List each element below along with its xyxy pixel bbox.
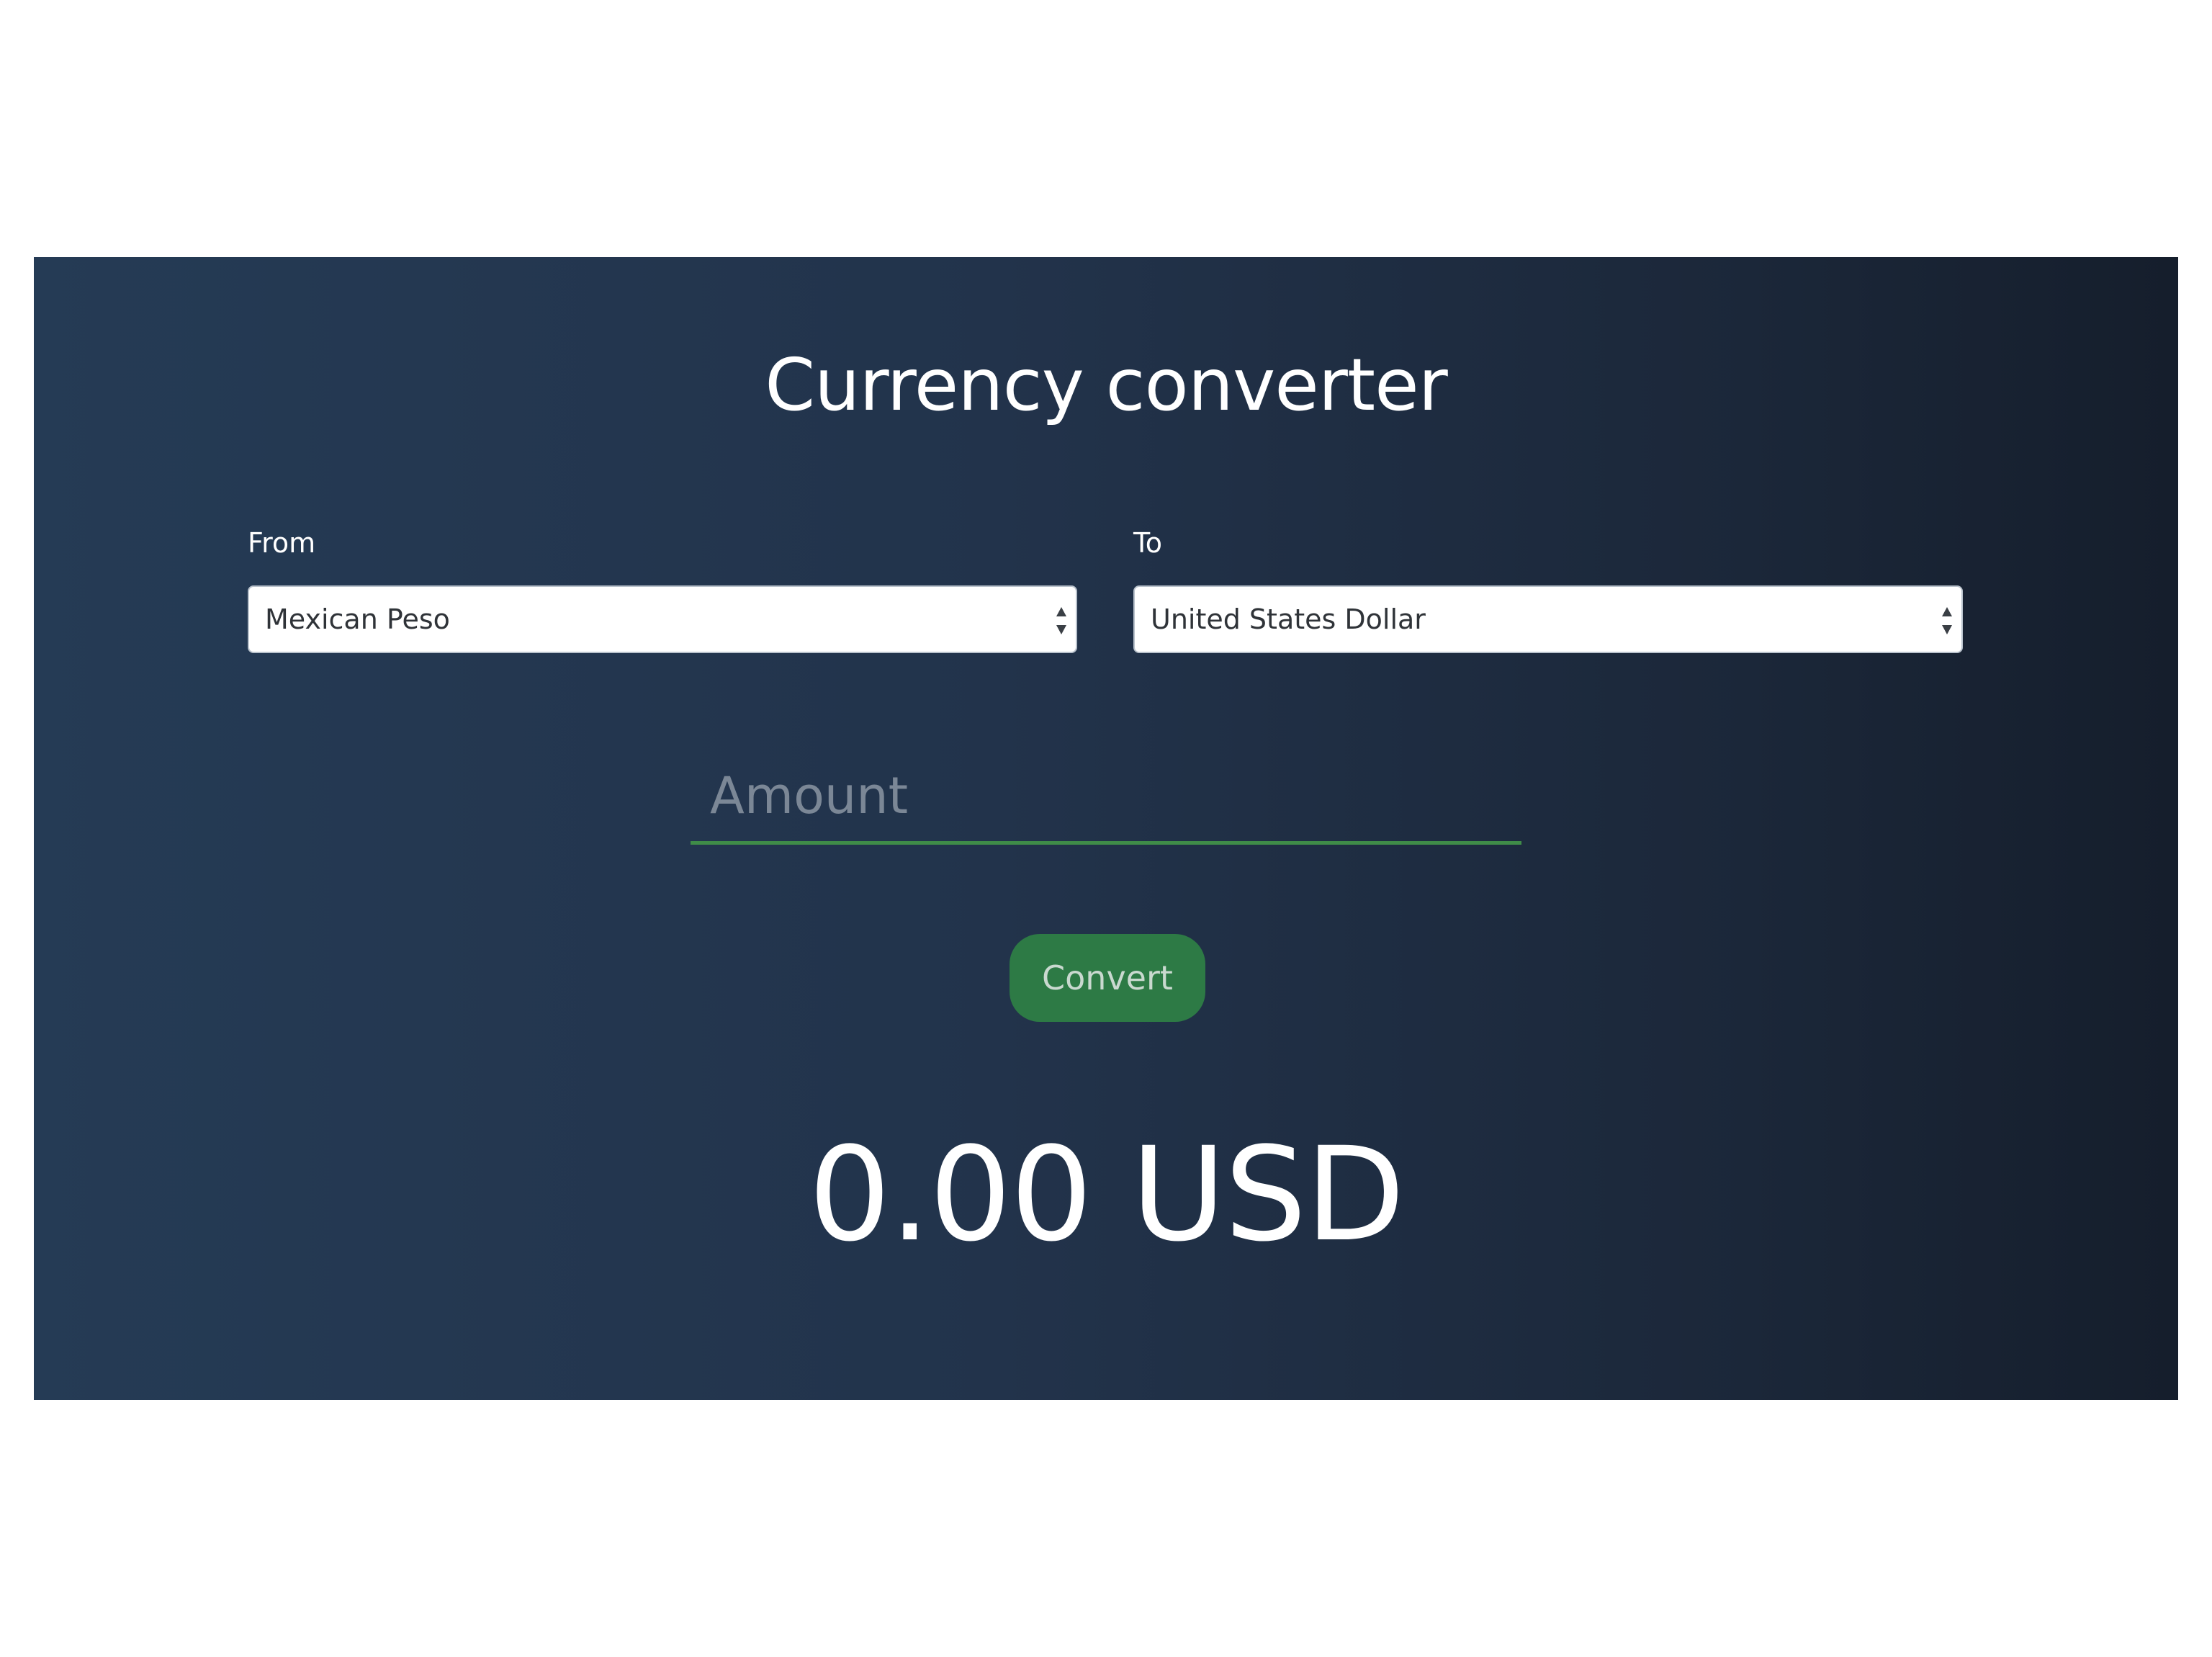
to-label: To: [1133, 527, 1163, 559]
convert-button[interactable]: Convert: [1010, 934, 1205, 1022]
conversion-result: 0.00 USD: [808, 1120, 1406, 1270]
from-label: From: [248, 527, 316, 559]
from-currency-value: Mexican Peso: [265, 603, 450, 635]
to-currency-select[interactable]: United States Dollar: [1133, 585, 1963, 653]
amount-input[interactable]: [691, 750, 1521, 841]
amount-field[interactable]: [691, 750, 1521, 845]
converter-panel: Currency converter From Mexican Peso To …: [34, 257, 2178, 1400]
updown-arrows-icon: [1054, 606, 1069, 636]
from-currency-select[interactable]: Mexican Peso: [248, 585, 1077, 653]
page-title: Currency converter: [765, 343, 1448, 427]
to-currency-value: United States Dollar: [1151, 603, 1426, 635]
updown-arrows-icon: [1940, 606, 1954, 636]
